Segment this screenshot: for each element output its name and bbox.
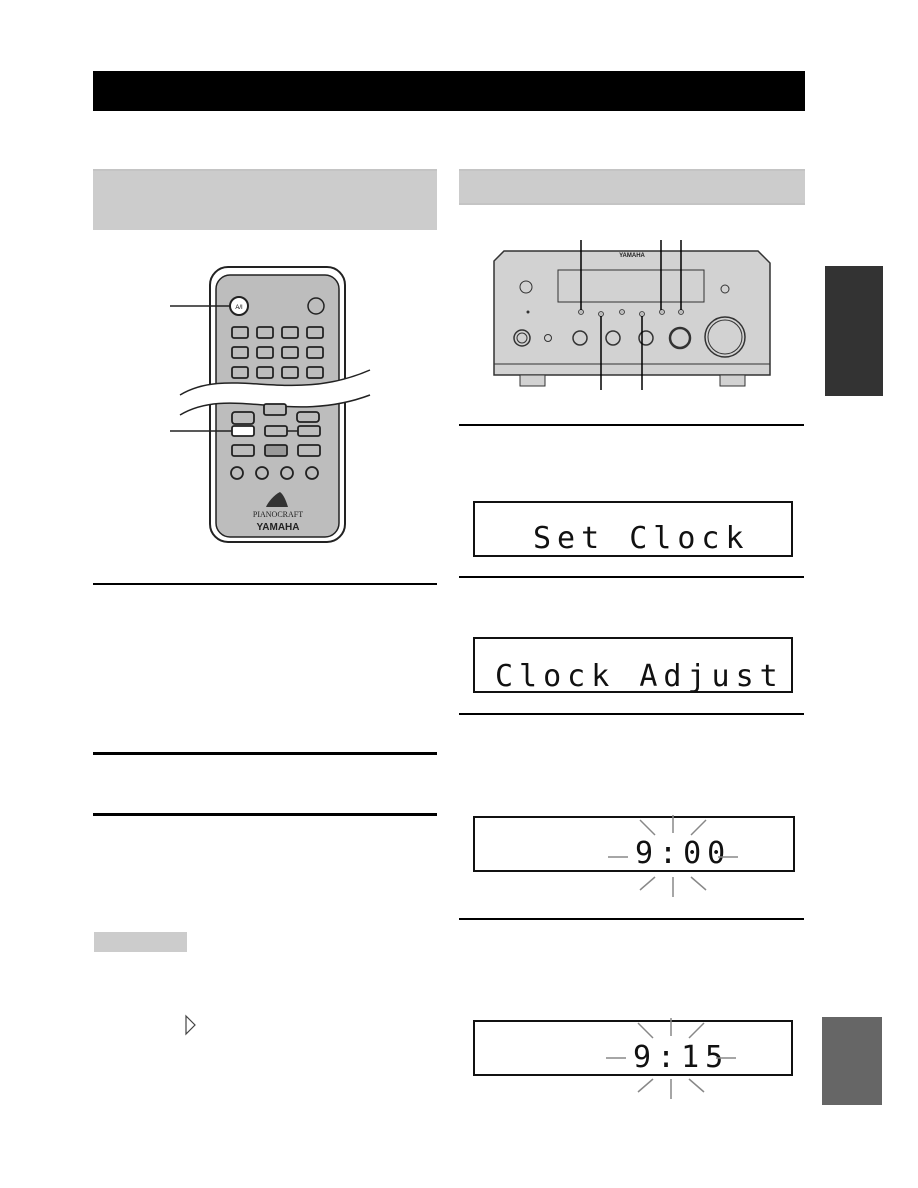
step-divider <box>459 713 804 715</box>
step-divider <box>93 583 437 585</box>
language-tab[interactable] <box>822 1017 882 1105</box>
svg-text:A/I: A/I <box>235 305 243 311</box>
pianocraft-logo: PIANOCRAFT <box>253 510 303 519</box>
page-title-bar <box>93 71 805 111</box>
step-divider <box>459 576 804 578</box>
section-heading-front-panel <box>459 169 805 205</box>
flashing-indicator-icon <box>608 815 738 897</box>
yamaha-logo: YAMAHA <box>257 522 300 533</box>
note-label <box>94 932 187 952</box>
power-button-icon: A/I <box>229 296 249 316</box>
clock-button-highlight <box>231 425 255 437</box>
lcd-display-clock-adjust: Clock Adjust <box>473 637 793 694</box>
lcd-text: Set Clock <box>533 521 750 556</box>
remote-round-button-icon <box>307 297 325 315</box>
chapter-tab[interactable] <box>825 266 883 396</box>
step-divider <box>93 752 437 755</box>
flashing-indicator-icon <box>606 1018 736 1099</box>
triangle-right-icon <box>185 1014 196 1036</box>
amp-yamaha-logo: YAMAHA <box>619 253 645 259</box>
step-divider <box>459 918 804 920</box>
step-divider <box>93 813 437 816</box>
lcd-display-set-clock: Set Clock <box>473 501 793 557</box>
remote-control-illustration: A/I PIANOCRAFT YAMAHA <box>170 266 371 543</box>
amplifier-front-panel-illustration: YAMAHA <box>493 240 771 390</box>
step-divider <box>459 424 804 426</box>
lcd-text: Clock Adjust <box>495 659 784 694</box>
section-heading-remote <box>93 169 437 230</box>
